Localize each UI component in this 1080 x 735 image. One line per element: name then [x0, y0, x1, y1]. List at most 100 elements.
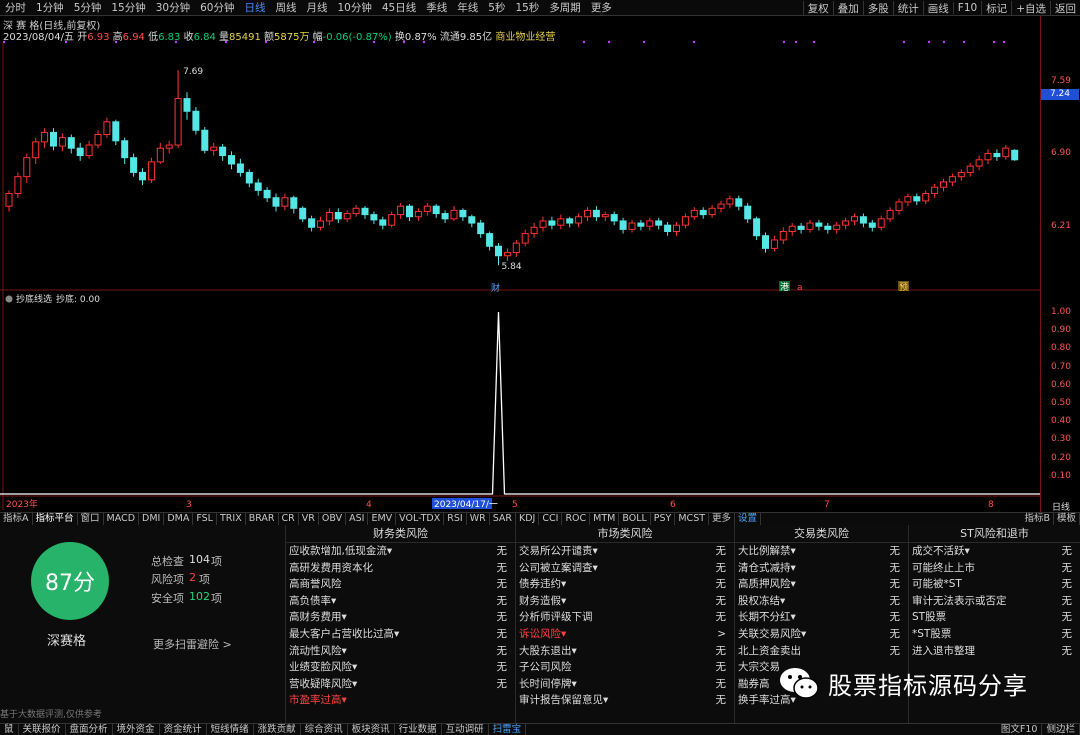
risk-item[interactable]: 大股东退出▾ 无 [516, 643, 734, 660]
period-11[interactable]: 季线 [421, 0, 452, 15]
tab-窗口[interactable]: 窗口 [78, 513, 104, 525]
risk-item[interactable]: 高研发费用资本化 无 [286, 560, 515, 577]
period-12[interactable]: 年线 [452, 0, 483, 15]
tab-emv[interactable]: EMV [368, 513, 397, 525]
risk-item[interactable]: 可能终止上市 无 [909, 560, 1080, 577]
risk-item[interactable]: 诉讼风险▾ > [516, 626, 734, 643]
status-item-1[interactable]: 关联报价 [19, 724, 66, 735]
indicator-gear-icon[interactable] [5, 295, 13, 303]
tool-0[interactable]: 复权 [802, 0, 833, 16]
tool-3[interactable]: 统计 [892, 0, 923, 16]
hk-marker[interactable]: 港 [780, 281, 789, 293]
status-item-6[interactable]: 涨跌贡献 [254, 724, 301, 735]
tab-brar[interactable]: BRAR [246, 513, 279, 525]
tab-fsl[interactable]: FSL [193, 513, 217, 525]
status-item-7[interactable]: 综合资讯 [301, 724, 348, 735]
risk-item[interactable]: 市盈率过高▾ [286, 692, 515, 709]
risk-item[interactable]: 可能被*ST 无 [909, 576, 1080, 593]
tab-mtm[interactable]: MTM [590, 513, 620, 525]
period-4[interactable]: 30分钟 [151, 0, 195, 15]
tab-更多[interactable]: 更多 [709, 513, 736, 525]
tab-obv[interactable]: OBV [319, 513, 347, 525]
risk-item[interactable]: 审计无法表示或否定 无 [909, 593, 1080, 610]
tab-rsi[interactable]: RSI [444, 513, 467, 525]
risk-item[interactable]: 分析师评级下调 无 [516, 609, 734, 626]
tab-vr[interactable]: VR [299, 513, 319, 525]
risk-item[interactable]: 长期不分红▾ 无 [735, 609, 908, 626]
status-item-9[interactable]: 行业数据 [395, 724, 442, 735]
forecast-marker[interactable]: 预 [899, 282, 908, 293]
tab-wr[interactable]: WR [467, 513, 490, 525]
period-13[interactable]: 5秒 [483, 0, 510, 15]
risk-item[interactable]: 最大客户占营收比过高▾ 无 [286, 626, 515, 643]
tab-sar[interactable]: SAR [490, 513, 517, 525]
tab-dma[interactable]: DMA [164, 513, 194, 525]
period-2[interactable]: 5分钟 [69, 0, 107, 15]
tab-kdj[interactable]: KDJ [516, 513, 540, 525]
status-item-4[interactable]: 资金统计 [160, 724, 207, 735]
tab-right-1[interactable]: 模板 [1054, 513, 1080, 525]
tool-8[interactable]: 返回 [1050, 0, 1080, 16]
risk-item[interactable]: 高负债率▾ 无 [286, 593, 515, 610]
risk-item[interactable]: 进入退市整理 无 [909, 643, 1080, 660]
a-marker[interactable]: a [797, 283, 803, 293]
period-10[interactable]: 45日线 [377, 0, 421, 15]
risk-item[interactable]: 公司被立案调查▾ 无 [516, 560, 734, 577]
period-0[interactable]: 分时 [0, 0, 31, 15]
risk-item[interactable]: 营收疑降风险▾ 无 [286, 676, 515, 693]
tab-cr[interactable]: CR [279, 513, 299, 525]
tab-mcst[interactable]: MCST [675, 513, 710, 525]
risk-item[interactable]: 大比例解禁▾ 无 [735, 543, 908, 560]
status-item-0[interactable]: 鼠 [0, 724, 19, 735]
period-6[interactable]: 日线 [240, 0, 271, 15]
tab-roc[interactable]: ROC [562, 513, 591, 525]
finance-marker[interactable]: 财 [491, 282, 500, 294]
risk-item[interactable]: 成交不活跃▾ 无 [909, 543, 1080, 560]
period-16[interactable]: 更多 [586, 0, 617, 15]
tab-boll[interactable]: BOLL [619, 513, 651, 525]
status-item-11[interactable]: 扫雷宝 [489, 724, 527, 735]
risk-item[interactable]: 长时间停牌▾ 无 [516, 676, 734, 693]
status-item-10[interactable]: 互动调研 [442, 724, 489, 735]
tool-4[interactable]: 画线 [922, 0, 953, 16]
period-1[interactable]: 1分钟 [31, 0, 69, 15]
risk-item[interactable]: 关联交易风险▾ 无 [735, 626, 908, 643]
period-7[interactable]: 周线 [271, 0, 302, 15]
period-8[interactable]: 月线 [302, 0, 333, 15]
risk-item[interactable]: ST股票 无 [909, 609, 1080, 626]
tab-vol-tdx[interactable]: VOL-TDX [396, 513, 445, 525]
risk-item[interactable]: 北上资金卖出 无 [735, 643, 908, 660]
tool-7[interactable]: +自选 [1011, 0, 1050, 16]
risk-item[interactable]: 交易所公开谴责▾ 无 [516, 543, 734, 560]
risk-item[interactable]: 高质押风险▾ 无 [735, 576, 908, 593]
tab-asi[interactable]: ASI [346, 513, 369, 525]
risk-item[interactable]: 子公司风险 无 [516, 659, 734, 676]
risk-item[interactable]: *ST股票 无 [909, 626, 1080, 643]
risk-item[interactable]: 高商誉风险 无 [286, 576, 515, 593]
tool-6[interactable]: 标记 [981, 0, 1011, 16]
risk-item[interactable]: 应收款增加,低现金流▾ 无 [286, 543, 515, 560]
risk-item[interactable]: 流动性风险▾ 无 [286, 643, 515, 660]
risk-item[interactable]: 审计报告保留意见▾ 无 [516, 692, 734, 709]
tab-指标a[interactable]: 指标A [0, 513, 33, 525]
period-15[interactable]: 多周期 [544, 0, 586, 15]
period-3[interactable]: 15分钟 [106, 0, 150, 15]
period-5[interactable]: 60分钟 [195, 0, 239, 15]
more-scan-link[interactable]: 更多扫雷避险 > [153, 636, 232, 652]
status-item-5[interactable]: 短线情绪 [207, 724, 254, 735]
status-right-0[interactable]: 图文F10 [997, 724, 1043, 735]
tool-2[interactable]: 多股 [862, 0, 893, 16]
risk-item[interactable]: 财务造假▾ 无 [516, 593, 734, 610]
risk-item[interactable]: 清仓式减持▾ 无 [735, 560, 908, 577]
tab-macd[interactable]: MACD [104, 513, 140, 525]
tab-trix[interactable]: TRIX [217, 513, 246, 525]
risk-item[interactable]: 高财务费用▾ 无 [286, 609, 515, 626]
kline-chart[interactable]: 7.69 5.84 财 港 a 预 抄底线选 抄底: 0.00 2023年 3 4 2… [0, 40, 1040, 512]
status-item-3[interactable]: 境外资金 [113, 724, 160, 735]
tab-psy[interactable]: PSY [651, 513, 676, 525]
tab-设置[interactable]: 设置 [735, 513, 762, 525]
tab-指标平台[interactable]: 指标平台 [33, 513, 78, 525]
tool-5[interactable]: F10 [952, 2, 981, 14]
status-item-8[interactable]: 板块资讯 [348, 724, 395, 735]
period-9[interactable]: 10分钟 [333, 0, 377, 15]
